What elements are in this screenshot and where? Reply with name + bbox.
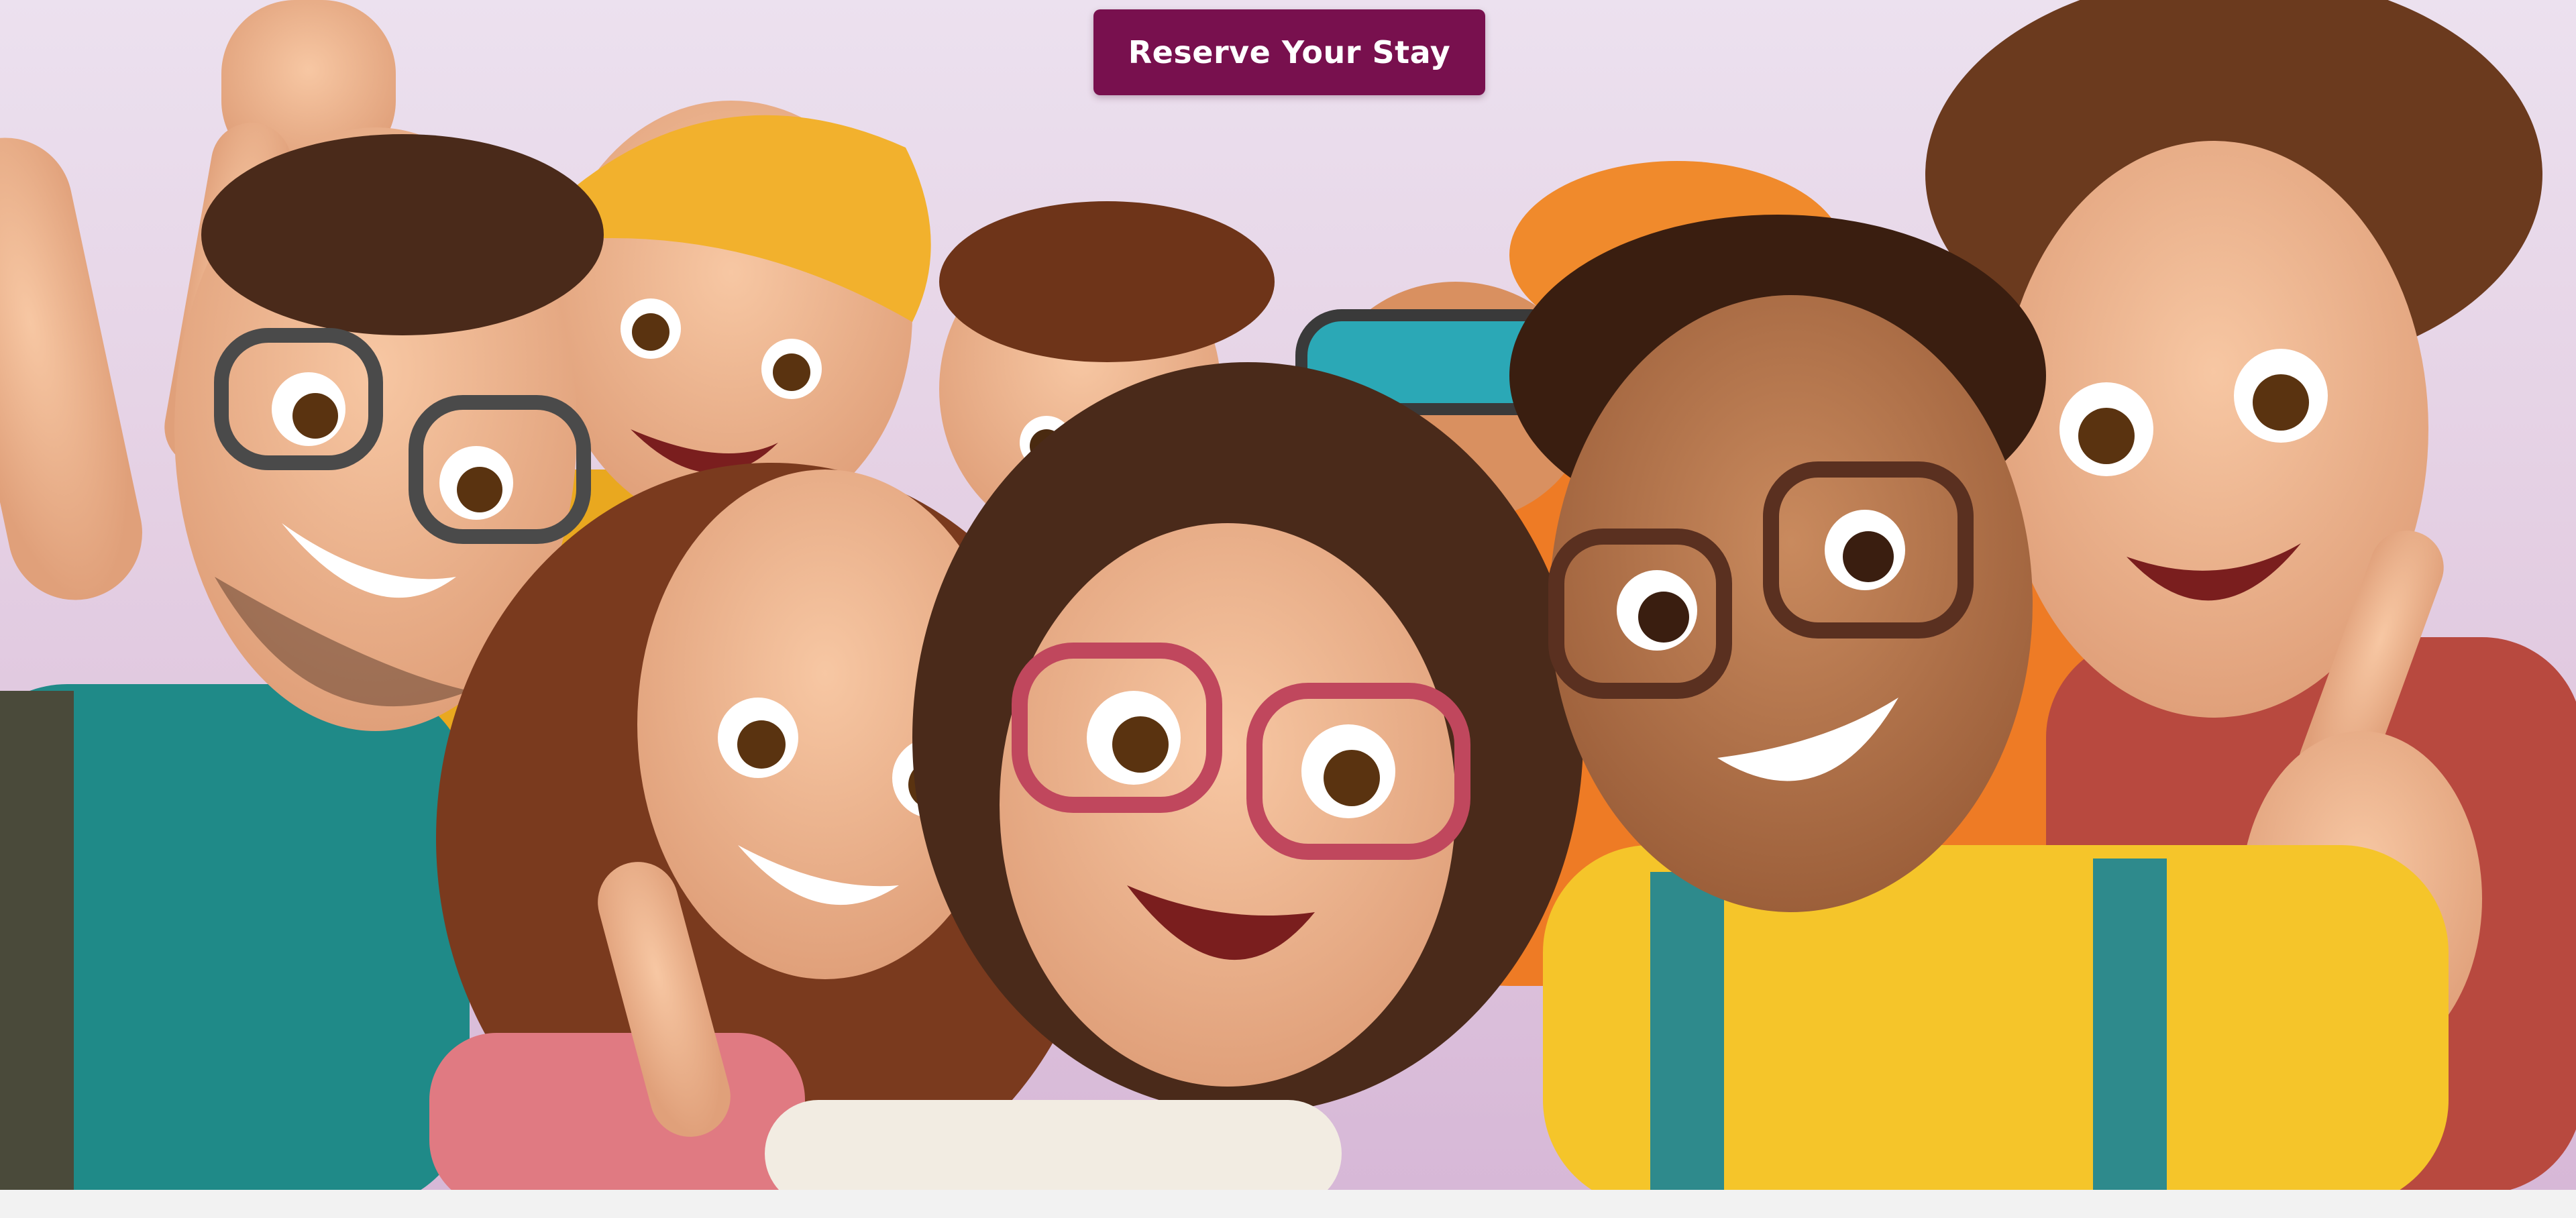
reserve-your-stay-button[interactable]: Reserve Your Stay (1093, 9, 1485, 95)
hero-banner: Reserve Your Stay (0, 0, 2576, 1190)
page-bottom-strip (0, 1190, 2576, 1218)
left-arm (0, 137, 142, 600)
group-selfie-illustration (0, 0, 2576, 1190)
